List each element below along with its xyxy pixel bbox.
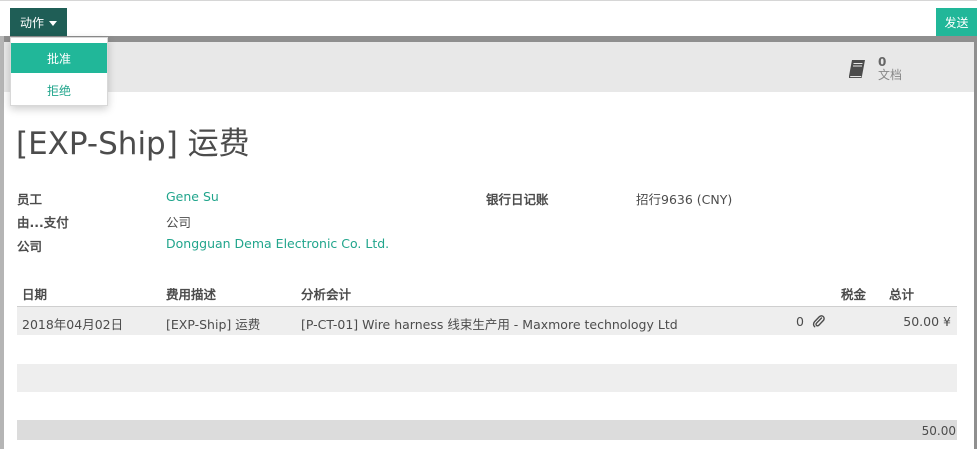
col-header-tax[interactable]: 税金 (841, 284, 866, 303)
employee-label: 员工 (17, 192, 43, 207)
empty-table-row (17, 364, 957, 392)
book-icon (849, 60, 865, 78)
col-header-total[interactable]: 总计 (889, 284, 914, 303)
table-footer (17, 420, 957, 440)
row-attachment-count: 0 (796, 314, 804, 329)
action-menu-label: 动作 (19, 15, 44, 30)
row-description: [EXP-Ship] 运费 (166, 317, 261, 332)
company-link[interactable]: Dongguan Dema Electronic Co. Ltd. (166, 236, 389, 251)
paperclip-icon[interactable] (812, 314, 825, 328)
send-button[interactable]: 发送 (936, 8, 977, 36)
caret-down-icon (49, 20, 57, 26)
paid-by-value: 公司 (166, 215, 192, 230)
control-panel: 动作 发送 (0, 0, 977, 36)
employee-link[interactable]: Gene Su (166, 189, 219, 204)
row-total: 50.00 ¥ (903, 314, 951, 329)
company-label: 公司 (17, 239, 43, 254)
paid-by-label: 由...支付 (17, 215, 69, 230)
row-analytic-account: [P-CT-01] Wire harness 线束生产用 - Maxmore t… (301, 317, 678, 332)
bank-journal-value: 招行9636 (CNY) (636, 192, 733, 207)
sheet-left-edge (0, 36, 4, 449)
menu-item-refuse[interactable]: 拒绝 (11, 75, 107, 105)
menu-item-approve[interactable]: 批准 (11, 43, 107, 73)
documents-smart-button[interactable]: 0 文档 (846, 50, 926, 88)
record-title: [EXP-Ship] 运费 (16, 126, 250, 162)
smart-button-box (4, 42, 974, 92)
action-menu-button[interactable]: 动作 (10, 8, 67, 36)
col-header-analytic[interactable]: 分析会计 (301, 284, 351, 303)
col-header-description[interactable]: 费用描述 (166, 284, 216, 303)
action-dropdown-menu: 批准 拒绝 (10, 37, 108, 106)
footer-total: 50.00 (921, 424, 956, 438)
row-date: 2018年04月02日 (22, 317, 124, 332)
col-header-date[interactable]: 日期 (22, 284, 47, 303)
bank-journal-label: 银行日记账 (486, 192, 549, 207)
documents-label: 文档 (878, 68, 903, 82)
